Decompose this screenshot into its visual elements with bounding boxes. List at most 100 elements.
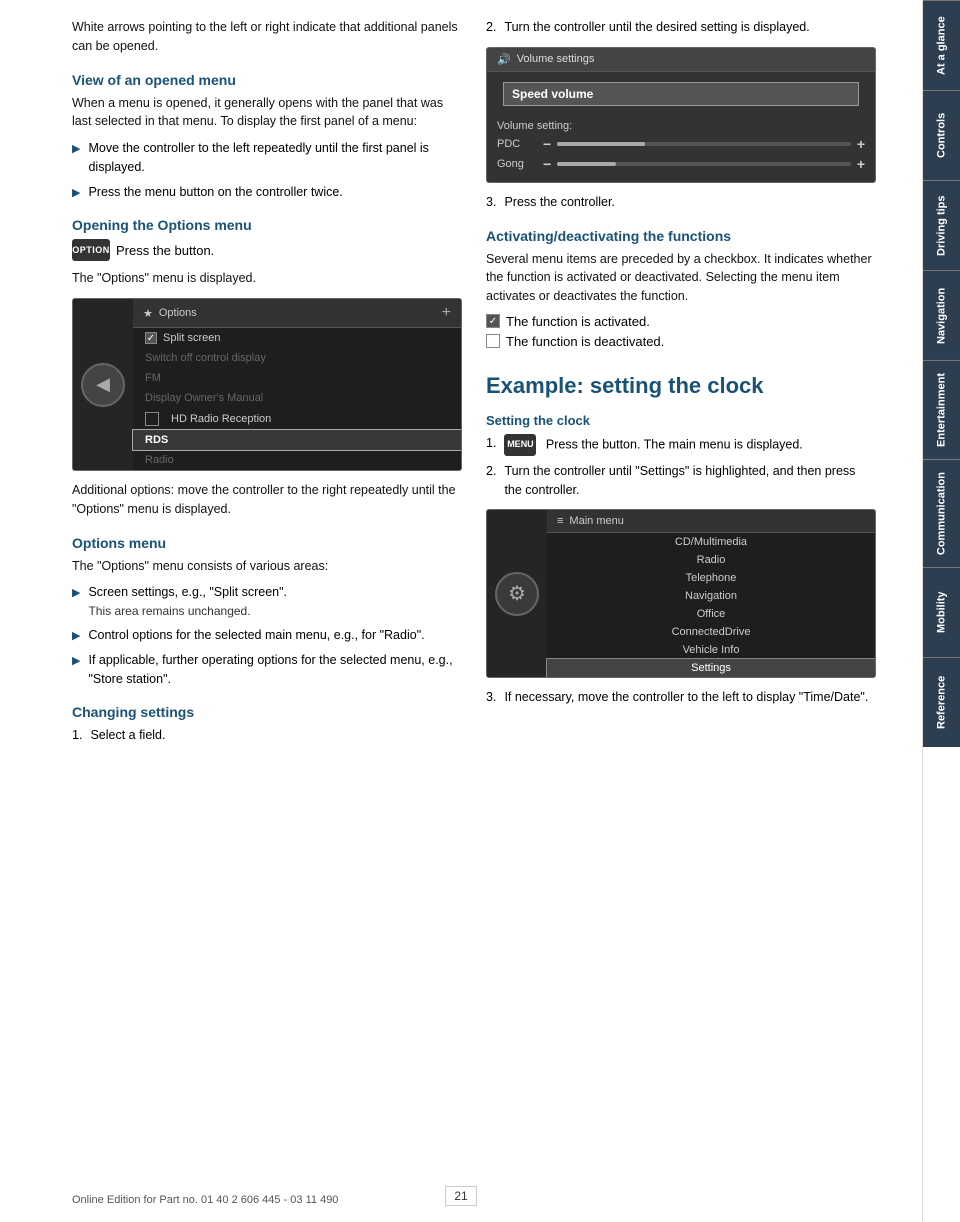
page-number: 21	[445, 1186, 476, 1206]
gong-label: Gong	[497, 158, 537, 170]
option-instruction: Press the button.	[116, 243, 214, 258]
clock-step1: 1. MENU Press the button. The main menu …	[486, 434, 876, 456]
radio-label: Radio	[145, 454, 174, 466]
pdc-plus: +	[857, 136, 865, 152]
vol-title-icon: 🔊	[497, 53, 511, 66]
tab-navigation[interactable]: Navigation	[923, 270, 960, 360]
options-plus-btn: +	[442, 304, 451, 322]
options-item-fm: FM	[133, 368, 461, 388]
page-footer: 21	[0, 1186, 922, 1206]
split-screen-check: ✓	[145, 332, 157, 344]
menu-office: Office	[547, 605, 875, 623]
gong-track	[557, 162, 851, 166]
bullet-item-2: ▶ Press the menu button on the controlle…	[72, 183, 462, 202]
gong-minus: −	[543, 156, 551, 172]
gong-plus: +	[857, 156, 865, 172]
options-title-icon: ★	[143, 307, 153, 320]
deactivated-label: The function is deactivated.	[506, 334, 664, 349]
menu-vehicle-info: Vehicle Info	[547, 641, 875, 659]
right-step3-text: Press the controller.	[504, 193, 614, 212]
gong-fill	[557, 162, 616, 166]
activated-row: ✓ The function is activated.	[486, 314, 876, 329]
pdc-minus: −	[543, 136, 551, 152]
options-item-radio: Radio	[133, 450, 461, 470]
fm-label: FM	[145, 372, 161, 384]
vol-setting-label: Volume setting:	[487, 116, 875, 134]
clock-step3: 3. If necessary, move the controller to …	[486, 688, 876, 707]
vol-selected-item: Speed volume	[503, 82, 859, 106]
clock-step3-text: If necessary, move the controller to the…	[504, 688, 868, 707]
tab-communication[interactable]: Communication	[923, 459, 960, 567]
volume-settings-screen: 🔊 Volume settings Speed volume Volume se…	[486, 47, 876, 183]
setting-clock-heading: Setting the clock	[486, 413, 876, 428]
options-bullet-1: ▶ Screen settings, e.g., "Split screen".…	[72, 583, 462, 620]
option-button: OPTION	[72, 239, 110, 261]
pdc-label: PDC	[497, 138, 537, 150]
menu-button: MENU	[504, 434, 536, 456]
vol-title-text: Volume settings	[517, 53, 595, 65]
clock-step2-text: Turn the controller until "Settings" is …	[504, 462, 876, 500]
split-screen-label: Split screen	[163, 332, 220, 344]
tab-at-a-glance[interactable]: At a glance	[923, 0, 960, 90]
options-screen-mockup: ◀ ★ Options + ✓ Split screen Switch off …	[72, 298, 462, 471]
vol-slider-gong: Gong − +	[487, 154, 875, 174]
menu-navigation: Navigation	[547, 587, 875, 605]
right-step2: 2. Turn the controller until the desired…	[486, 18, 876, 37]
vol-title-bar: 🔊 Volume settings	[487, 48, 875, 72]
clock-step1-num: 1.	[486, 434, 496, 456]
bullet-arrow-1: ▶	[72, 141, 80, 177]
clock-step1-text: Press the button. The main menu is displ…	[546, 437, 803, 451]
option-btn-wrap: OPTION Press the button.	[72, 239, 462, 261]
main-menu-left-nav: ⚙	[487, 510, 547, 677]
options-bullet-arrow-2: ▶	[72, 628, 80, 645]
right-step2-text: Turn the controller until the desired se…	[504, 18, 809, 37]
options-bullet-text-3: If applicable, further operating options…	[88, 651, 462, 689]
right-step2-num: 2.	[486, 18, 496, 37]
options-nav-area: ◀	[73, 299, 133, 470]
tab-controls[interactable]: Controls	[923, 90, 960, 180]
clock-step3-num: 3.	[486, 688, 496, 707]
deactivated-row: The function is deactivated.	[486, 334, 876, 349]
right-step3-num: 3.	[486, 193, 496, 212]
options-item-rds: RDS	[133, 430, 461, 450]
options-bullet-text-1: Screen settings, e.g., "Split screen".	[88, 583, 287, 602]
section4-heading: Changing settings	[72, 704, 462, 720]
section3-body: The "Options" menu consists of various a…	[72, 557, 462, 576]
bullet-text-1: Move the controller to the left repeated…	[88, 139, 462, 177]
main-menu-screen: ⚙ ≡ Main menu CD/Multimedia Radio Teleph…	[486, 509, 876, 678]
tab-entertainment[interactable]: Entertainment	[923, 360, 960, 459]
activating-heading: Activating/deactivating the functions	[486, 228, 876, 244]
options-menu-area: ★ Options + ✓ Split screen Switch off co…	[133, 299, 461, 470]
section1-body: When a menu is opened, it generally open…	[72, 94, 462, 132]
rds-label: RDS	[145, 434, 168, 446]
options-result-text: The "Options" menu is displayed.	[72, 269, 462, 288]
hd-radio-checkbox	[145, 412, 159, 426]
right-step3: 3. Press the controller.	[486, 193, 876, 212]
options-title-text: Options	[159, 307, 197, 319]
options-title-bar: ★ Options +	[133, 299, 461, 328]
section2-heading: Opening the Options menu	[72, 217, 462, 233]
options-item-switch-off: Switch off control display	[133, 348, 461, 368]
tab-driving-tips[interactable]: Driving tips	[923, 180, 960, 270]
activated-check-icon: ✓	[486, 314, 500, 328]
bullet-arrow-2: ▶	[72, 185, 80, 202]
options-bullet-arrow-3: ▶	[72, 653, 80, 689]
gear-icon: ⚙	[495, 572, 539, 616]
main-menu-title-bar: ≡ Main menu	[547, 510, 875, 533]
menu-telephone: Telephone	[547, 569, 875, 587]
main-menu-items-area: ≡ Main menu CD/Multimedia Radio Telephon…	[547, 510, 875, 677]
display-owners-label: Display Owner's Manual	[145, 392, 263, 404]
switch-off-label: Switch off control display	[145, 352, 266, 364]
hd-radio-label: HD Radio Reception	[171, 413, 271, 425]
pdc-fill	[557, 142, 645, 146]
tab-reference[interactable]: Reference	[923, 657, 960, 747]
tab-mobility[interactable]: Mobility	[923, 567, 960, 657]
pdc-track	[557, 142, 851, 146]
options-item-split-screen: ✓ Split screen	[133, 328, 461, 348]
options-bullet-sub-1: This area remains unchanged.	[88, 602, 287, 620]
options-bullet-2: ▶ Control options for the selected main …	[72, 626, 462, 645]
options-bullet-arrow-1: ▶	[72, 585, 80, 620]
sidebar-tabs: At a glance Controls Driving tips Naviga…	[922, 0, 960, 1222]
deactivated-check-icon	[486, 334, 500, 348]
bullet-item-1: ▶ Move the controller to the left repeat…	[72, 139, 462, 177]
